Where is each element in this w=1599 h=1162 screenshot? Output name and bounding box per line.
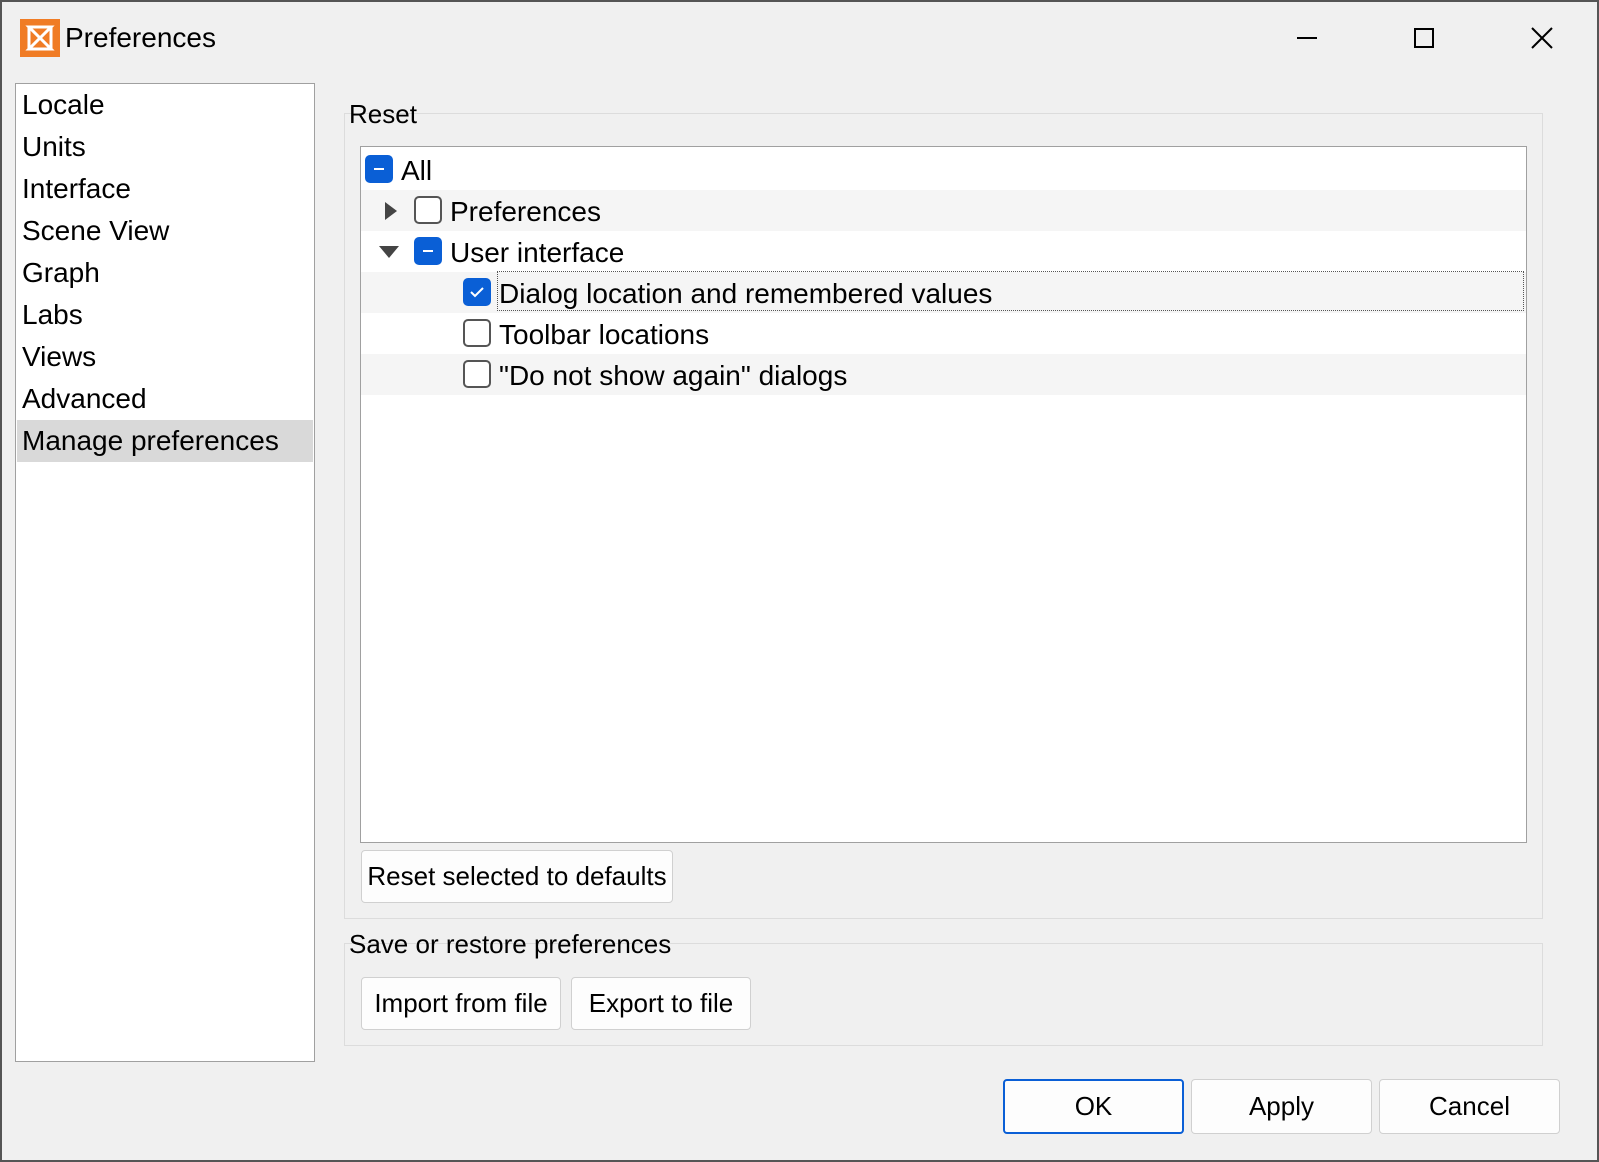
all-checkbox[interactable] (365, 155, 393, 183)
sidebar-item-labs[interactable]: Labs (17, 294, 313, 336)
window-title: Preferences (65, 22, 216, 53)
sidebar-item-manage-preferences[interactable]: Manage preferences (17, 420, 313, 462)
preferences-checkbox[interactable] (414, 196, 442, 224)
partial-check-icon (423, 250, 433, 252)
close-button[interactable] (1512, 12, 1572, 64)
preferences-window: Preferences Locale Units Interface Scene… (0, 0, 1599, 1162)
tree-row-all[interactable]: All (361, 149, 1526, 190)
chevron-right-icon (385, 202, 397, 220)
tree-row-dialog-location[interactable]: Dialog location and remembered values (361, 272, 1526, 313)
tree-row-user-interface[interactable]: User interface (361, 231, 1526, 272)
reset-group-label: Reset (349, 99, 417, 129)
do-not-show-again-label: "Do not show again" dialogs (499, 360, 848, 391)
export-to-file-button[interactable]: Export to file (571, 977, 751, 1030)
sidebar-item-views[interactable]: Views (17, 336, 313, 378)
reset-tree: All Preferences User interface Dialog lo… (360, 146, 1527, 843)
preferences-label: Preferences (450, 196, 601, 227)
expand-preferences-button[interactable] (379, 199, 403, 223)
reset-selected-button[interactable]: Reset selected to defaults (361, 850, 673, 903)
minimize-button[interactable] (1277, 12, 1337, 64)
toolbar-locations-label: Toolbar locations (499, 319, 710, 350)
import-from-file-button[interactable]: Import from file (361, 977, 561, 1030)
dialog-location-checkbox[interactable] (463, 278, 491, 306)
close-icon (1531, 27, 1553, 49)
tree-row-preferences[interactable]: Preferences (361, 190, 1526, 231)
collapse-user-interface-button[interactable] (377, 240, 401, 264)
all-label: All (401, 155, 433, 186)
title-bar: Preferences (2, 2, 1597, 74)
maximize-icon (1414, 28, 1434, 48)
dialog-location-label: Dialog location and remembered values (499, 278, 993, 309)
chevron-down-icon (379, 246, 399, 258)
minimize-icon (1297, 37, 1317, 39)
do-not-show-again-checkbox[interactable] (463, 360, 491, 388)
sidebar-item-graph[interactable]: Graph (17, 252, 313, 294)
tree-row-toolbar-locations[interactable]: Toolbar locations (361, 313, 1526, 354)
cancel-button[interactable]: Cancel (1379, 1079, 1560, 1134)
ok-button[interactable]: OK (1003, 1079, 1184, 1134)
toolbar-locations-checkbox[interactable] (463, 319, 491, 347)
sidebar-item-advanced[interactable]: Advanced (17, 378, 313, 420)
apply-button[interactable]: Apply (1191, 1079, 1372, 1134)
user-interface-label: User interface (450, 237, 625, 268)
app-logo-icon (20, 19, 60, 57)
maximize-button[interactable] (1394, 12, 1454, 64)
sidebar-item-interface[interactable]: Interface (17, 168, 313, 210)
sidebar-item-units[interactable]: Units (17, 126, 313, 168)
partial-check-icon (374, 168, 384, 170)
sidebar-item-locale[interactable]: Locale (17, 84, 313, 126)
user-interface-checkbox[interactable] (414, 237, 442, 265)
category-list: Locale Units Interface Scene View Graph … (15, 83, 315, 1062)
save-restore-group-label: Save or restore preferences (349, 929, 672, 959)
tree-row-do-not-show-again[interactable]: "Do not show again" dialogs (361, 354, 1526, 395)
sidebar-item-scene-view[interactable]: Scene View (17, 210, 313, 252)
checkmark-icon (470, 287, 484, 298)
